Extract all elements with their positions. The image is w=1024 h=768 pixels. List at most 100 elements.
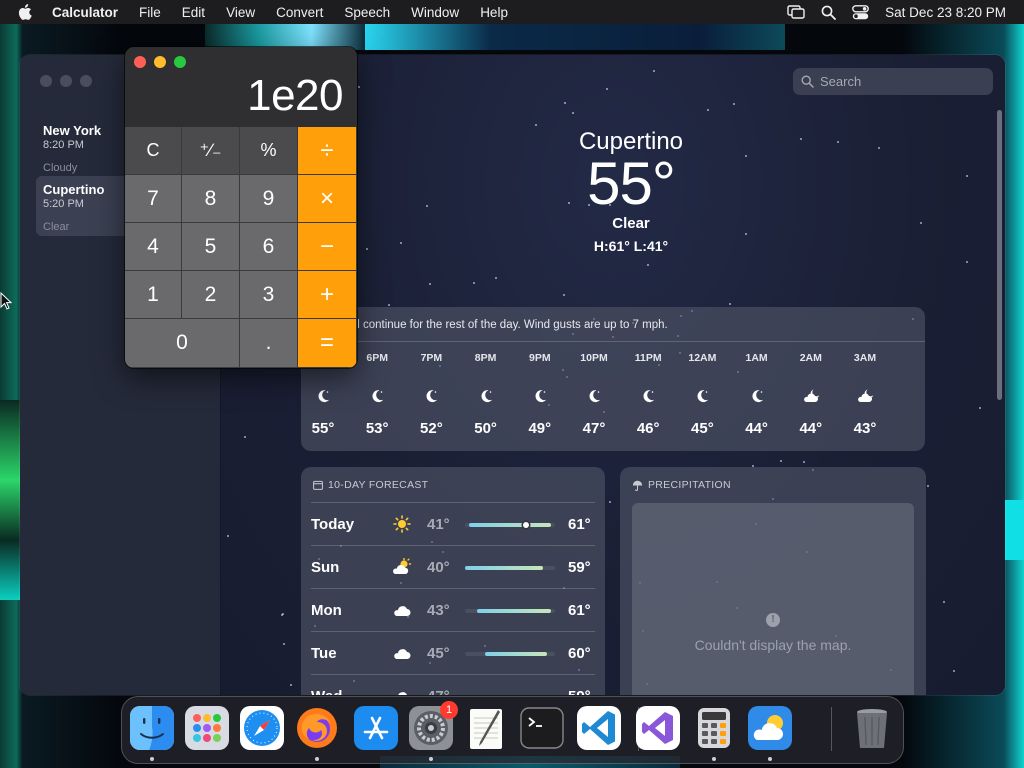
system-settings-icon[interactable]: 1	[409, 701, 458, 750]
safari-icon[interactable]	[240, 706, 284, 750]
key-negate[interactable]: ⁺∕₋	[182, 127, 240, 175]
forecast-day: Sun	[311, 559, 340, 576]
star	[572, 112, 574, 114]
precip-title-text: PRECIPITATION	[648, 479, 731, 491]
star	[281, 614, 283, 616]
star	[283, 643, 285, 645]
terminal-icon[interactable]	[520, 706, 564, 750]
app-store-icon[interactable]	[354, 706, 398, 750]
key-plus[interactable]: +	[298, 271, 357, 319]
temperature-range-bar	[465, 609, 555, 613]
key-equals[interactable]: =	[298, 319, 357, 368]
hour-temp: 44°	[745, 420, 768, 437]
key-percent[interactable]: %	[240, 127, 298, 175]
apple-logo-icon[interactable]	[18, 4, 38, 20]
scrollbar[interactable]	[997, 110, 1002, 400]
key-8[interactable]: 8	[182, 175, 240, 223]
menu-speech[interactable]: Speech	[344, 5, 390, 20]
forecast-high: 61°	[568, 516, 591, 533]
star	[837, 141, 839, 143]
menu-convert[interactable]: Convert	[276, 5, 323, 20]
menu-clock[interactable]: Sat Dec 23 8:20 PM	[885, 5, 1006, 20]
forecast-row: Tue 45° 60°	[311, 631, 595, 674]
star	[606, 88, 608, 90]
weather-icon[interactable]	[748, 706, 792, 750]
star	[707, 109, 709, 111]
precip-title: PRECIPITATION	[632, 479, 731, 491]
running-indicator	[712, 757, 716, 761]
menu-app-name[interactable]: Calculator	[52, 5, 118, 20]
forecast-low: 45°	[427, 645, 450, 662]
hourly-item: 8PM 50°	[466, 352, 506, 437]
hour-temp: 44°	[799, 420, 823, 437]
zoom-button[interactable]	[174, 56, 186, 68]
cloud-icon	[391, 599, 413, 621]
calculator-display: 1e20	[247, 71, 343, 120]
minimize-button[interactable]	[154, 56, 166, 68]
temperature-range-fill	[485, 652, 547, 656]
hour-label: 11PM	[634, 352, 662, 364]
forecast-row: Wed 47° 59°	[311, 674, 595, 695]
key-0[interactable]: 0	[125, 319, 240, 368]
moon-icon	[520, 372, 560, 420]
key-9[interactable]: 9	[240, 175, 298, 223]
key-1[interactable]: 1	[125, 271, 182, 319]
hour-temp: 46°	[636, 420, 660, 437]
menu-edit[interactable]: Edit	[182, 5, 205, 20]
star	[495, 277, 497, 279]
dock-separator	[638, 707, 639, 751]
hour-label: 6PM	[366, 352, 388, 364]
star	[563, 294, 565, 296]
launchpad-icon[interactable]	[185, 706, 229, 750]
trash-icon[interactable]	[850, 706, 894, 750]
zoom-button[interactable]	[80, 75, 92, 87]
umbrella-icon	[632, 480, 643, 491]
menu-view[interactable]: View	[226, 5, 255, 20]
key-clear[interactable]: C	[125, 127, 182, 175]
close-button[interactable]	[134, 56, 146, 68]
key-minus[interactable]: −	[298, 223, 357, 271]
visual-studio-icon[interactable]	[636, 706, 680, 750]
menu-window[interactable]: Window	[411, 5, 459, 20]
current-hilo: H:61° L:41°	[593, 238, 669, 254]
moon-icon	[574, 372, 614, 420]
minimize-button[interactable]	[60, 75, 72, 87]
vscode-icon[interactable]	[577, 706, 621, 750]
key-6[interactable]: 6	[240, 223, 298, 271]
cloud-moon-icon	[791, 372, 831, 420]
key-decimal[interactable]: .	[240, 319, 298, 368]
calculator-icon[interactable]	[692, 706, 736, 750]
forecast-row: Today 41° 61°	[311, 502, 595, 545]
precipitation-map[interactable]: ! Couldn't display the map.	[632, 503, 914, 695]
search-field[interactable]: Search	[793, 68, 993, 95]
textedit-icon[interactable]	[464, 706, 508, 750]
control-center-icon[interactable]	[852, 4, 870, 20]
screen-mirroring-icon[interactable]	[787, 5, 805, 19]
search-icon[interactable]	[821, 5, 837, 20]
menu-bar: Calculator File Edit View Convert Speech…	[0, 0, 1024, 24]
key-4[interactable]: 4	[125, 223, 182, 271]
moon-icon	[737, 372, 777, 420]
star	[429, 283, 431, 285]
close-button[interactable]	[40, 75, 52, 87]
key-2[interactable]: 2	[182, 271, 240, 319]
key-multiply[interactable]: ×	[298, 175, 357, 223]
forecast-low: 40°	[427, 559, 450, 576]
key-7[interactable]: 7	[125, 175, 182, 223]
search-placeholder: Search	[820, 74, 862, 89]
menu-file[interactable]: File	[139, 5, 161, 20]
firefox-icon[interactable]	[295, 706, 339, 750]
key-divide[interactable]: ÷	[298, 127, 357, 175]
mouse-cursor-icon	[0, 291, 13, 315]
hourly-forecast[interactable]: nditions will continue for the rest of t…	[301, 307, 925, 451]
finder-icon[interactable]	[130, 706, 174, 750]
star	[803, 461, 805, 463]
forecast-title: 10-DAY FORECAST	[313, 479, 428, 491]
key-3[interactable]: 3	[240, 271, 298, 319]
divider	[301, 341, 925, 342]
star	[653, 70, 655, 72]
running-indicator	[315, 757, 319, 761]
menu-help[interactable]: Help	[480, 5, 508, 20]
forecast-low: 41°	[427, 516, 450, 533]
key-5[interactable]: 5	[182, 223, 240, 271]
